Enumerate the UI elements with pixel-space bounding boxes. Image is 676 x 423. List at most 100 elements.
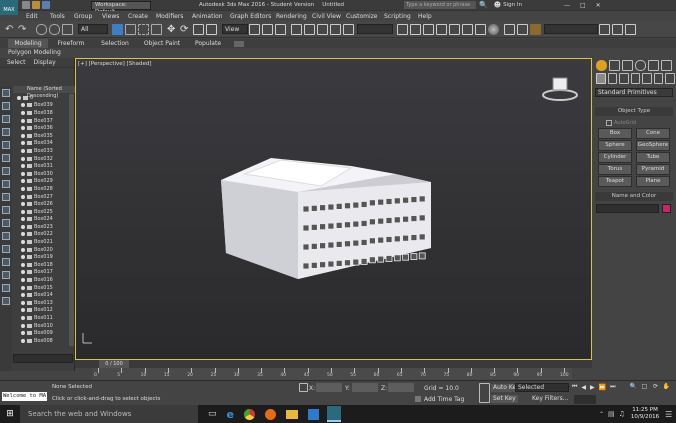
layer-explorer-icon[interactable] xyxy=(436,23,447,35)
render-setup-icon[interactable] xyxy=(504,23,515,35)
visibility-toggle-icon[interactable] xyxy=(21,224,25,229)
curve-editor-icon[interactable] xyxy=(462,23,473,35)
menu-tools[interactable]: Tools xyxy=(50,13,74,20)
workspace-selector[interactable]: Workspace: Default xyxy=(91,0,151,15)
explorer-row[interactable]: Box011 xyxy=(13,314,75,322)
clock[interactable]: 11:25 PM 10/9/2016 xyxy=(631,407,659,421)
explorer-filter-icon[interactable] xyxy=(2,232,10,240)
menu-animation[interactable]: Animation xyxy=(192,13,230,20)
track-bar[interactable]: 0 5 10 15 20 25 30 35 40 45 50 55 60 65 70 75 80 85 90 95 10… xyxy=(92,368,572,380)
explorer-row[interactable]: Box010 xyxy=(13,322,75,330)
visibility-toggle-icon[interactable] xyxy=(21,270,25,275)
explorer-row[interactable]: Box018 xyxy=(13,261,75,269)
named-selection-sets[interactable] xyxy=(357,24,393,34)
rollout-name-and-color[interactable]: Name and Color xyxy=(595,192,673,201)
explorer-filter-icon[interactable] xyxy=(2,219,10,227)
rectangular-selection-icon[interactable] xyxy=(138,23,149,35)
hierarchy-tab-icon[interactable] xyxy=(622,59,633,71)
space-warps-icon[interactable] xyxy=(653,73,664,84)
explorer-filter-icon[interactable] xyxy=(2,167,10,175)
select-by-name-icon[interactable] xyxy=(125,23,136,35)
visibility-toggle-icon[interactable] xyxy=(21,202,25,207)
visibility-toggle-icon[interactable] xyxy=(21,338,25,343)
visibility-toggle-icon[interactable] xyxy=(21,331,25,336)
tab-modeling[interactable]: Modeling xyxy=(8,39,48,48)
primitive-teapot-button[interactable]: Teapot xyxy=(598,176,632,187)
window-crossing-icon[interactable] xyxy=(151,23,162,35)
maxscript-listener[interactable]: Welcome to MA xyxy=(2,392,47,401)
explorer-layer-dropdown[interactable] xyxy=(13,354,73,363)
visibility-toggle-icon[interactable] xyxy=(21,171,25,176)
move-icon[interactable]: ✥ xyxy=(167,24,178,35)
visibility-toggle-icon[interactable] xyxy=(21,316,25,321)
primitive-geosphere-button[interactable]: GeoSphere xyxy=(636,140,670,151)
explorer-row[interactable]: Box035 xyxy=(13,132,75,140)
unlink-icon[interactable] xyxy=(49,23,60,35)
visibility-toggle-icon[interactable] xyxy=(21,194,25,199)
windows-start-icon[interactable]: ⊞ xyxy=(0,409,20,419)
explorer-menu-select[interactable]: Select xyxy=(7,59,26,66)
shapes-icon[interactable] xyxy=(607,73,618,84)
sign-in-link[interactable]: Sign In xyxy=(503,2,522,8)
app-logo[interactable]: MAX xyxy=(0,0,18,15)
explorer-row[interactable]: Box036 xyxy=(13,124,75,132)
explorer-row[interactable]: Box016 xyxy=(13,276,75,284)
explorer-row[interactable]: Box025 xyxy=(13,208,75,216)
visibility-toggle-icon[interactable] xyxy=(21,164,25,169)
explorer-row[interactable]: Box015 xyxy=(13,284,75,292)
visibility-toggle-icon[interactable] xyxy=(21,278,25,283)
explorer-scrollbar[interactable] xyxy=(69,94,74,346)
primitive-cone-button[interactable]: Cone xyxy=(636,128,670,139)
render-icon[interactable] xyxy=(530,23,541,35)
go-to-start-icon[interactable]: ⏮ xyxy=(572,383,577,391)
ribbon-options-icon[interactable] xyxy=(234,40,244,47)
keyboard-shortcut-icon[interactable] xyxy=(275,23,286,35)
toolbar-overflow-icon[interactable] xyxy=(625,23,636,35)
link-icon[interactable] xyxy=(36,23,47,35)
visibility-toggle-icon[interactable] xyxy=(21,110,25,115)
close-icon[interactable]: ✕ xyxy=(596,2,601,9)
visibility-toggle-icon[interactable] xyxy=(21,262,25,267)
new-file-icon[interactable] xyxy=(22,1,30,9)
key-mode-dropdown[interactable]: Selected xyxy=(515,383,569,392)
zoom-all-icon[interactable]: □ xyxy=(639,383,650,390)
explorer-filter-icon[interactable] xyxy=(2,284,10,292)
snaps-toggle-icon[interactable] xyxy=(291,23,302,35)
taskbar-search[interactable]: Search the web and Windows xyxy=(20,405,198,423)
visibility-toggle-icon[interactable] xyxy=(21,255,25,260)
coord-y-field[interactable] xyxy=(352,383,378,392)
primitive-box-button[interactable]: Box xyxy=(598,128,632,139)
explorer-row[interactable]: Box028 xyxy=(13,185,75,193)
visibility-toggle-icon[interactable] xyxy=(21,308,25,313)
explorer-row[interactable]: Box034 xyxy=(13,140,75,148)
explorer-row[interactable]: Box023 xyxy=(13,223,75,231)
modify-tab-icon[interactable] xyxy=(609,59,620,71)
explorer-row[interactable]: 0 xyxy=(13,94,75,102)
current-frame-field[interactable] xyxy=(574,395,596,404)
chrome-icon[interactable] xyxy=(243,408,255,420)
primitive-cylinder-button[interactable]: Cylinder xyxy=(598,152,632,163)
explorer-row[interactable]: Box039 xyxy=(13,102,75,110)
tab-selection[interactable]: Selection xyxy=(94,40,136,47)
orbit-icon[interactable]: ⟳ xyxy=(650,383,661,390)
explorer-row[interactable]: Box017 xyxy=(13,269,75,277)
motion-tab-icon[interactable] xyxy=(635,59,646,71)
zoom-icon[interactable]: 🔍 xyxy=(628,383,639,390)
explorer-filter-icon[interactable] xyxy=(2,271,10,279)
visibility-toggle-icon[interactable] xyxy=(21,103,25,108)
set-key-button[interactable]: Set Key xyxy=(491,395,518,403)
explorer-row[interactable]: Box032 xyxy=(13,155,75,163)
spinner-snap-icon[interactable] xyxy=(330,23,341,35)
create-tab-icon[interactable] xyxy=(596,59,607,71)
explorer-menu-display[interactable]: Display xyxy=(34,59,56,66)
angle-snap-icon[interactable] xyxy=(304,23,315,35)
edge-icon[interactable]: e xyxy=(227,408,234,421)
viewport-perspective[interactable]: [+] [Perspective] [Shaded] xyxy=(75,58,592,360)
visibility-toggle-icon[interactable] xyxy=(21,186,25,191)
search-icon[interactable]: 🔍 xyxy=(479,1,488,9)
explorer-filter-icon[interactable] xyxy=(2,102,10,110)
explorer-row[interactable]: Box013 xyxy=(13,299,75,307)
network-icon[interactable]: ▤ xyxy=(608,410,615,418)
visibility-toggle-icon[interactable] xyxy=(21,156,25,161)
explorer-row[interactable]: Box033 xyxy=(13,147,75,155)
